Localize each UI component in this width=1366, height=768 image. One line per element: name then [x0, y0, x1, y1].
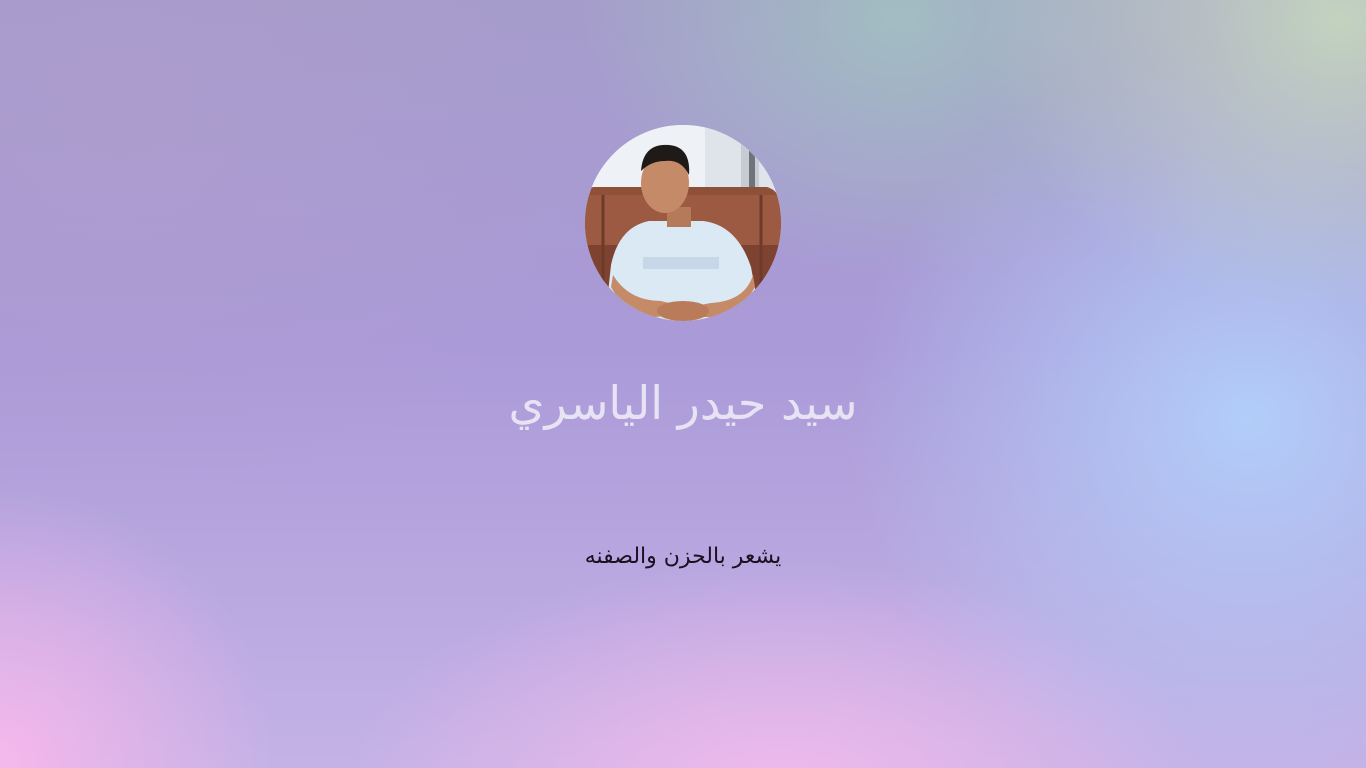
- profile-photo-image: [585, 125, 781, 321]
- profile-name: سيد حيدر الياسري: [508, 376, 858, 430]
- profile-page: سيد حيدر الياسري يشعر بالحزن والصفنه: [0, 0, 1366, 768]
- profile-bio: يشعر بالحزن والصفنه: [584, 544, 782, 569]
- profile-avatar[interactable]: [585, 125, 781, 321]
